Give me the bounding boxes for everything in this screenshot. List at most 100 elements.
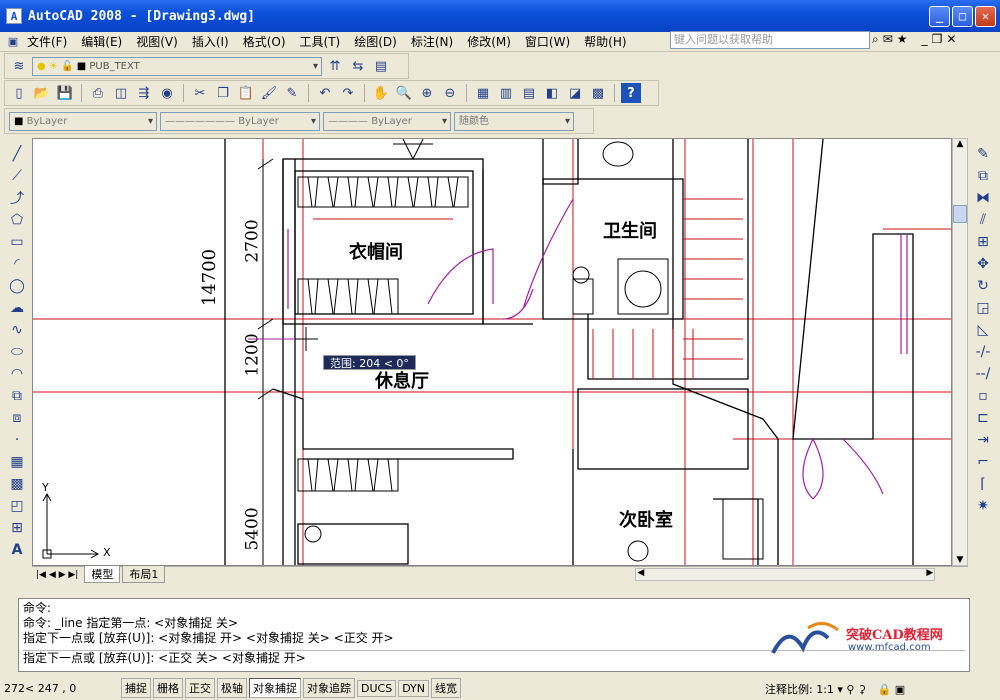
layer-dropdown[interactable]: ● ☀ 🔓 ■ PUB_TEXT (32, 56, 322, 76)
extend-icon[interactable]: --/ (973, 364, 993, 384)
properties-icon[interactable]: ▦ (473, 83, 493, 103)
match-properties-icon[interactable]: 🖌 (259, 83, 279, 103)
toggle-grid[interactable]: 栅格 (153, 678, 183, 698)
calculator-icon[interactable]: ▩ (588, 83, 608, 103)
layer-states-icon[interactable]: ▤ (371, 56, 391, 76)
copy-object-icon[interactable]: ⧉ (973, 166, 993, 186)
plotstyle-dropdown[interactable]: 随颜色 (454, 111, 574, 131)
scroll-right-icon[interactable]: ▶ (926, 568, 933, 578)
close-button[interactable]: ✕ (975, 6, 996, 27)
insert-block-icon[interactable]: ⧉ (7, 386, 27, 406)
tab-layout1[interactable]: 布局1 (122, 566, 166, 583)
break-icon[interactable]: ⊏ (973, 408, 993, 428)
undo-icon[interactable]: ↶ (315, 83, 335, 103)
doc-minimize-button[interactable]: _ (922, 32, 928, 47)
publish-icon[interactable]: ⇶ (134, 83, 154, 103)
color-dropdown[interactable]: ■ ByLayer (9, 111, 157, 131)
autocad-app-icon[interactable]: A (6, 8, 22, 24)
menu-modify[interactable]: 修改(M) (460, 33, 518, 50)
ellipse-icon[interactable]: ⬭ (7, 342, 27, 362)
join-icon[interactable]: ⇥ (973, 430, 993, 450)
scroll-left-icon[interactable]: ◀ (637, 568, 644, 578)
line-icon[interactable]: ╱ (7, 144, 27, 164)
toggle-ducs[interactable]: DUCS (357, 679, 397, 697)
lineweight-dropdown[interactable]: ———— ByLayer (323, 111, 451, 131)
coordinate-readout[interactable]: 272< 247 , 0 (4, 682, 119, 695)
polyline-icon[interactable]: ⤴ (7, 188, 27, 208)
doc-close-button[interactable]: ✕ (946, 32, 956, 47)
menu-format[interactable]: 格式(O) (236, 33, 293, 50)
design-center-icon[interactable]: ▥ (496, 83, 516, 103)
menu-tools[interactable]: 工具(T) (293, 33, 348, 50)
zoom-previous-icon[interactable]: ⊖ (440, 83, 460, 103)
menu-edit[interactable]: 编辑(E) (74, 33, 129, 50)
construction-line-icon[interactable]: ⟋ (7, 166, 27, 186)
spline-icon[interactable]: ∿ (7, 320, 27, 340)
help-icon[interactable]: ? (621, 83, 641, 103)
paste-icon[interactable]: 📋 (236, 83, 256, 103)
offset-icon[interactable]: ⫽ (973, 210, 993, 230)
revision-cloud-icon[interactable]: ☁ (7, 298, 27, 318)
redo-icon[interactable]: ↷ (338, 83, 358, 103)
menu-dimension[interactable]: 标注(N) (404, 33, 460, 50)
document-icon[interactable]: ▣ (6, 32, 20, 52)
scroll-down-icon[interactable]: ▼ (953, 555, 967, 565)
linetype-dropdown[interactable]: ——————— ByLayer (160, 111, 320, 131)
gradient-icon[interactable]: ▩ (7, 474, 27, 494)
table-icon[interactable]: ⊞ (7, 518, 27, 538)
move-icon[interactable]: ✥ (973, 254, 993, 274)
toggle-dyn[interactable]: DYN (398, 679, 430, 697)
tab-nav-arrows[interactable]: |◀ ◀ ▶ ▶| (32, 570, 82, 580)
sheet-set-icon[interactable]: ◧ (542, 83, 562, 103)
horizontal-scrollbar[interactable]: ◀ ▶ (635, 568, 936, 581)
menu-insert[interactable]: 插入(I) (185, 33, 236, 50)
preview-icon[interactable]: ◫ (111, 83, 131, 103)
scroll-thumb[interactable] (953, 205, 967, 223)
zoom-window-icon[interactable]: ⊕ (417, 83, 437, 103)
new-icon[interactable]: ▯ (9, 83, 29, 103)
communication-icon[interactable]: ✉ (883, 32, 893, 47)
cut-icon[interactable]: ✂ (190, 83, 210, 103)
vertical-scrollbar[interactable]: ▲ ▼ (952, 138, 968, 566)
menu-draw[interactable]: 绘图(D) (347, 33, 404, 50)
toolbar-lock-icon[interactable]: 🔒 (878, 683, 892, 696)
rectangle-icon[interactable]: ▭ (7, 232, 27, 252)
save-icon[interactable]: 💾 (55, 83, 75, 103)
clean-screen-icon[interactable]: ▣ (895, 683, 905, 696)
tool-palettes-icon[interactable]: ▤ (519, 83, 539, 103)
search-icon[interactable]: ⌕ (872, 32, 879, 47)
pan-icon[interactable]: ✋ (371, 83, 391, 103)
doc-restore-button[interactable]: ❐ (932, 32, 943, 47)
stretch-icon[interactable]: ◺ (973, 320, 993, 340)
3d-dwf-icon[interactable]: ◉ (157, 83, 177, 103)
fillet-icon[interactable]: ⌈ (973, 474, 993, 494)
maximize-button[interactable]: □ (952, 6, 973, 27)
layer-previous-icon[interactable]: ⇆ (348, 56, 368, 76)
copy-icon[interactable]: ❐ (213, 83, 233, 103)
toggle-polar[interactable]: 极轴 (217, 678, 247, 698)
markup-icon[interactable]: ◪ (565, 83, 585, 103)
menu-view[interactable]: 视图(V) (129, 33, 185, 50)
help-search-input[interactable]: 键入问题以获取帮助 (670, 31, 870, 49)
make-block-icon[interactable]: ⧈ (7, 408, 27, 428)
block-editor-icon[interactable]: ✎ (282, 83, 302, 103)
chamfer-icon[interactable]: ⌐ (973, 452, 993, 472)
break-at-point-icon[interactable]: ▫ (973, 386, 993, 406)
favorites-icon[interactable]: ★ (897, 32, 908, 47)
minimize-button[interactable]: _ (929, 6, 950, 27)
rotate-icon[interactable]: ↻ (973, 276, 993, 296)
explode-icon[interactable]: ✷ (973, 496, 993, 516)
toggle-otrack[interactable]: 对象追踪 (303, 678, 355, 698)
erase-icon[interactable]: ✎ (973, 144, 993, 164)
arc-icon[interactable]: ◜ (7, 254, 27, 274)
drawing-canvas[interactable]: 衣帽间 卫生间 休息厅 次卧室 14700 2700 1200 5400 Y X (32, 138, 952, 566)
toggle-lineweight[interactable]: 线宽 (431, 678, 462, 698)
scroll-up-icon[interactable]: ▲ (953, 139, 967, 153)
layer-manager-icon[interactable]: ≋ (9, 56, 29, 76)
region-icon[interactable]: ◰ (7, 496, 27, 516)
point-icon[interactable]: · (7, 430, 27, 450)
toggle-osnap[interactable]: 对象捕捉 (249, 678, 301, 698)
menu-file[interactable]: 文件(F) (20, 33, 74, 50)
array-icon[interactable]: ⊞ (973, 232, 993, 252)
auto-scale-icon[interactable]: ⚳ (858, 683, 866, 696)
